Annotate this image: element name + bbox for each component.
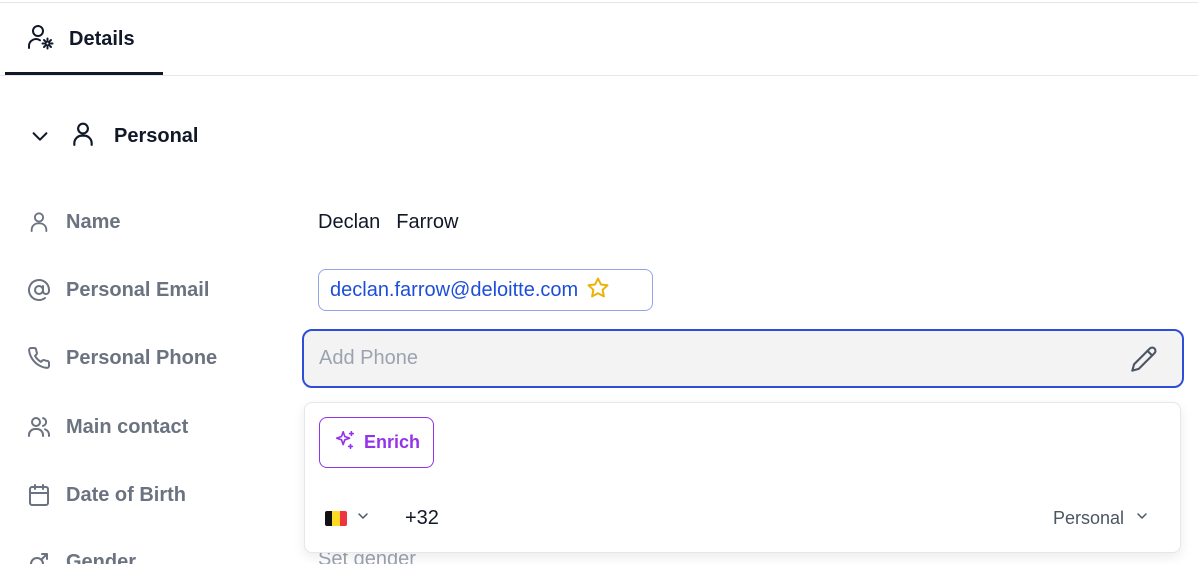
enrich-button[interactable]: Enrich	[319, 417, 434, 468]
calendar-icon	[26, 482, 52, 508]
user-icon	[70, 121, 96, 152]
phone-dropdown: Enrich +32 Personal	[304, 402, 1181, 553]
last-name: Farrow	[396, 210, 459, 233]
active-tab-indicator	[5, 72, 163, 75]
first-name: Declan	[318, 210, 381, 233]
field-row-personal-phone: Personal Phone	[26, 338, 217, 378]
belgium-flag-icon	[325, 510, 347, 526]
tab-details[interactable]: Details	[5, 3, 163, 75]
star-icon[interactable]	[586, 276, 610, 305]
chevron-down-icon	[355, 508, 371, 529]
tab-bar: Details	[0, 3, 1198, 76]
chevron-down-icon	[1134, 508, 1150, 529]
email-chip[interactable]: declan.farrow@deloitte.com	[318, 269, 653, 311]
field-row-name: Name	[26, 202, 120, 242]
field-label-name: Name	[66, 210, 121, 233]
country-select[interactable]	[325, 503, 371, 533]
dial-code: +32	[405, 506, 439, 529]
field-row-main-contact: Main contact	[26, 407, 188, 447]
field-label-personal-email: Personal Email	[66, 278, 210, 301]
users-icon	[26, 414, 52, 440]
field-row-date-of-birth: Date of Birth	[26, 475, 186, 515]
section-title: Personal	[114, 124, 199, 147]
pencil-icon[interactable]	[1130, 345, 1158, 373]
phone-type-select[interactable]: Personal	[1053, 503, 1150, 533]
name-value[interactable]: Declan Farrow	[318, 205, 459, 239]
field-label-date-of-birth: Date of Birth	[66, 483, 186, 506]
email-link[interactable]: declan.farrow@deloitte.com	[330, 279, 578, 302]
collapse-chevron-icon[interactable]	[28, 124, 52, 148]
enrich-label: Enrich	[364, 432, 421, 452]
sparkles-icon	[334, 429, 356, 456]
field-row-personal-email: Personal Email	[26, 270, 209, 310]
at-sign-icon	[26, 277, 52, 303]
section-personal-header: Personal	[28, 118, 198, 154]
tab-details-label: Details	[69, 27, 135, 50]
field-label-gender: Gender	[66, 550, 137, 564]
phone-input[interactable]	[319, 347, 1099, 370]
user-gear-icon	[27, 23, 55, 56]
field-label-personal-phone: Personal Phone	[66, 346, 218, 369]
phone-icon	[26, 345, 52, 371]
field-row-gender: Gender	[26, 542, 136, 564]
phone-input-container[interactable]	[302, 329, 1184, 388]
gender-icon	[26, 549, 52, 564]
field-label-main-contact: Main contact	[66, 415, 189, 438]
user-icon	[26, 209, 52, 235]
phone-type-label: Personal	[1052, 507, 1124, 528]
